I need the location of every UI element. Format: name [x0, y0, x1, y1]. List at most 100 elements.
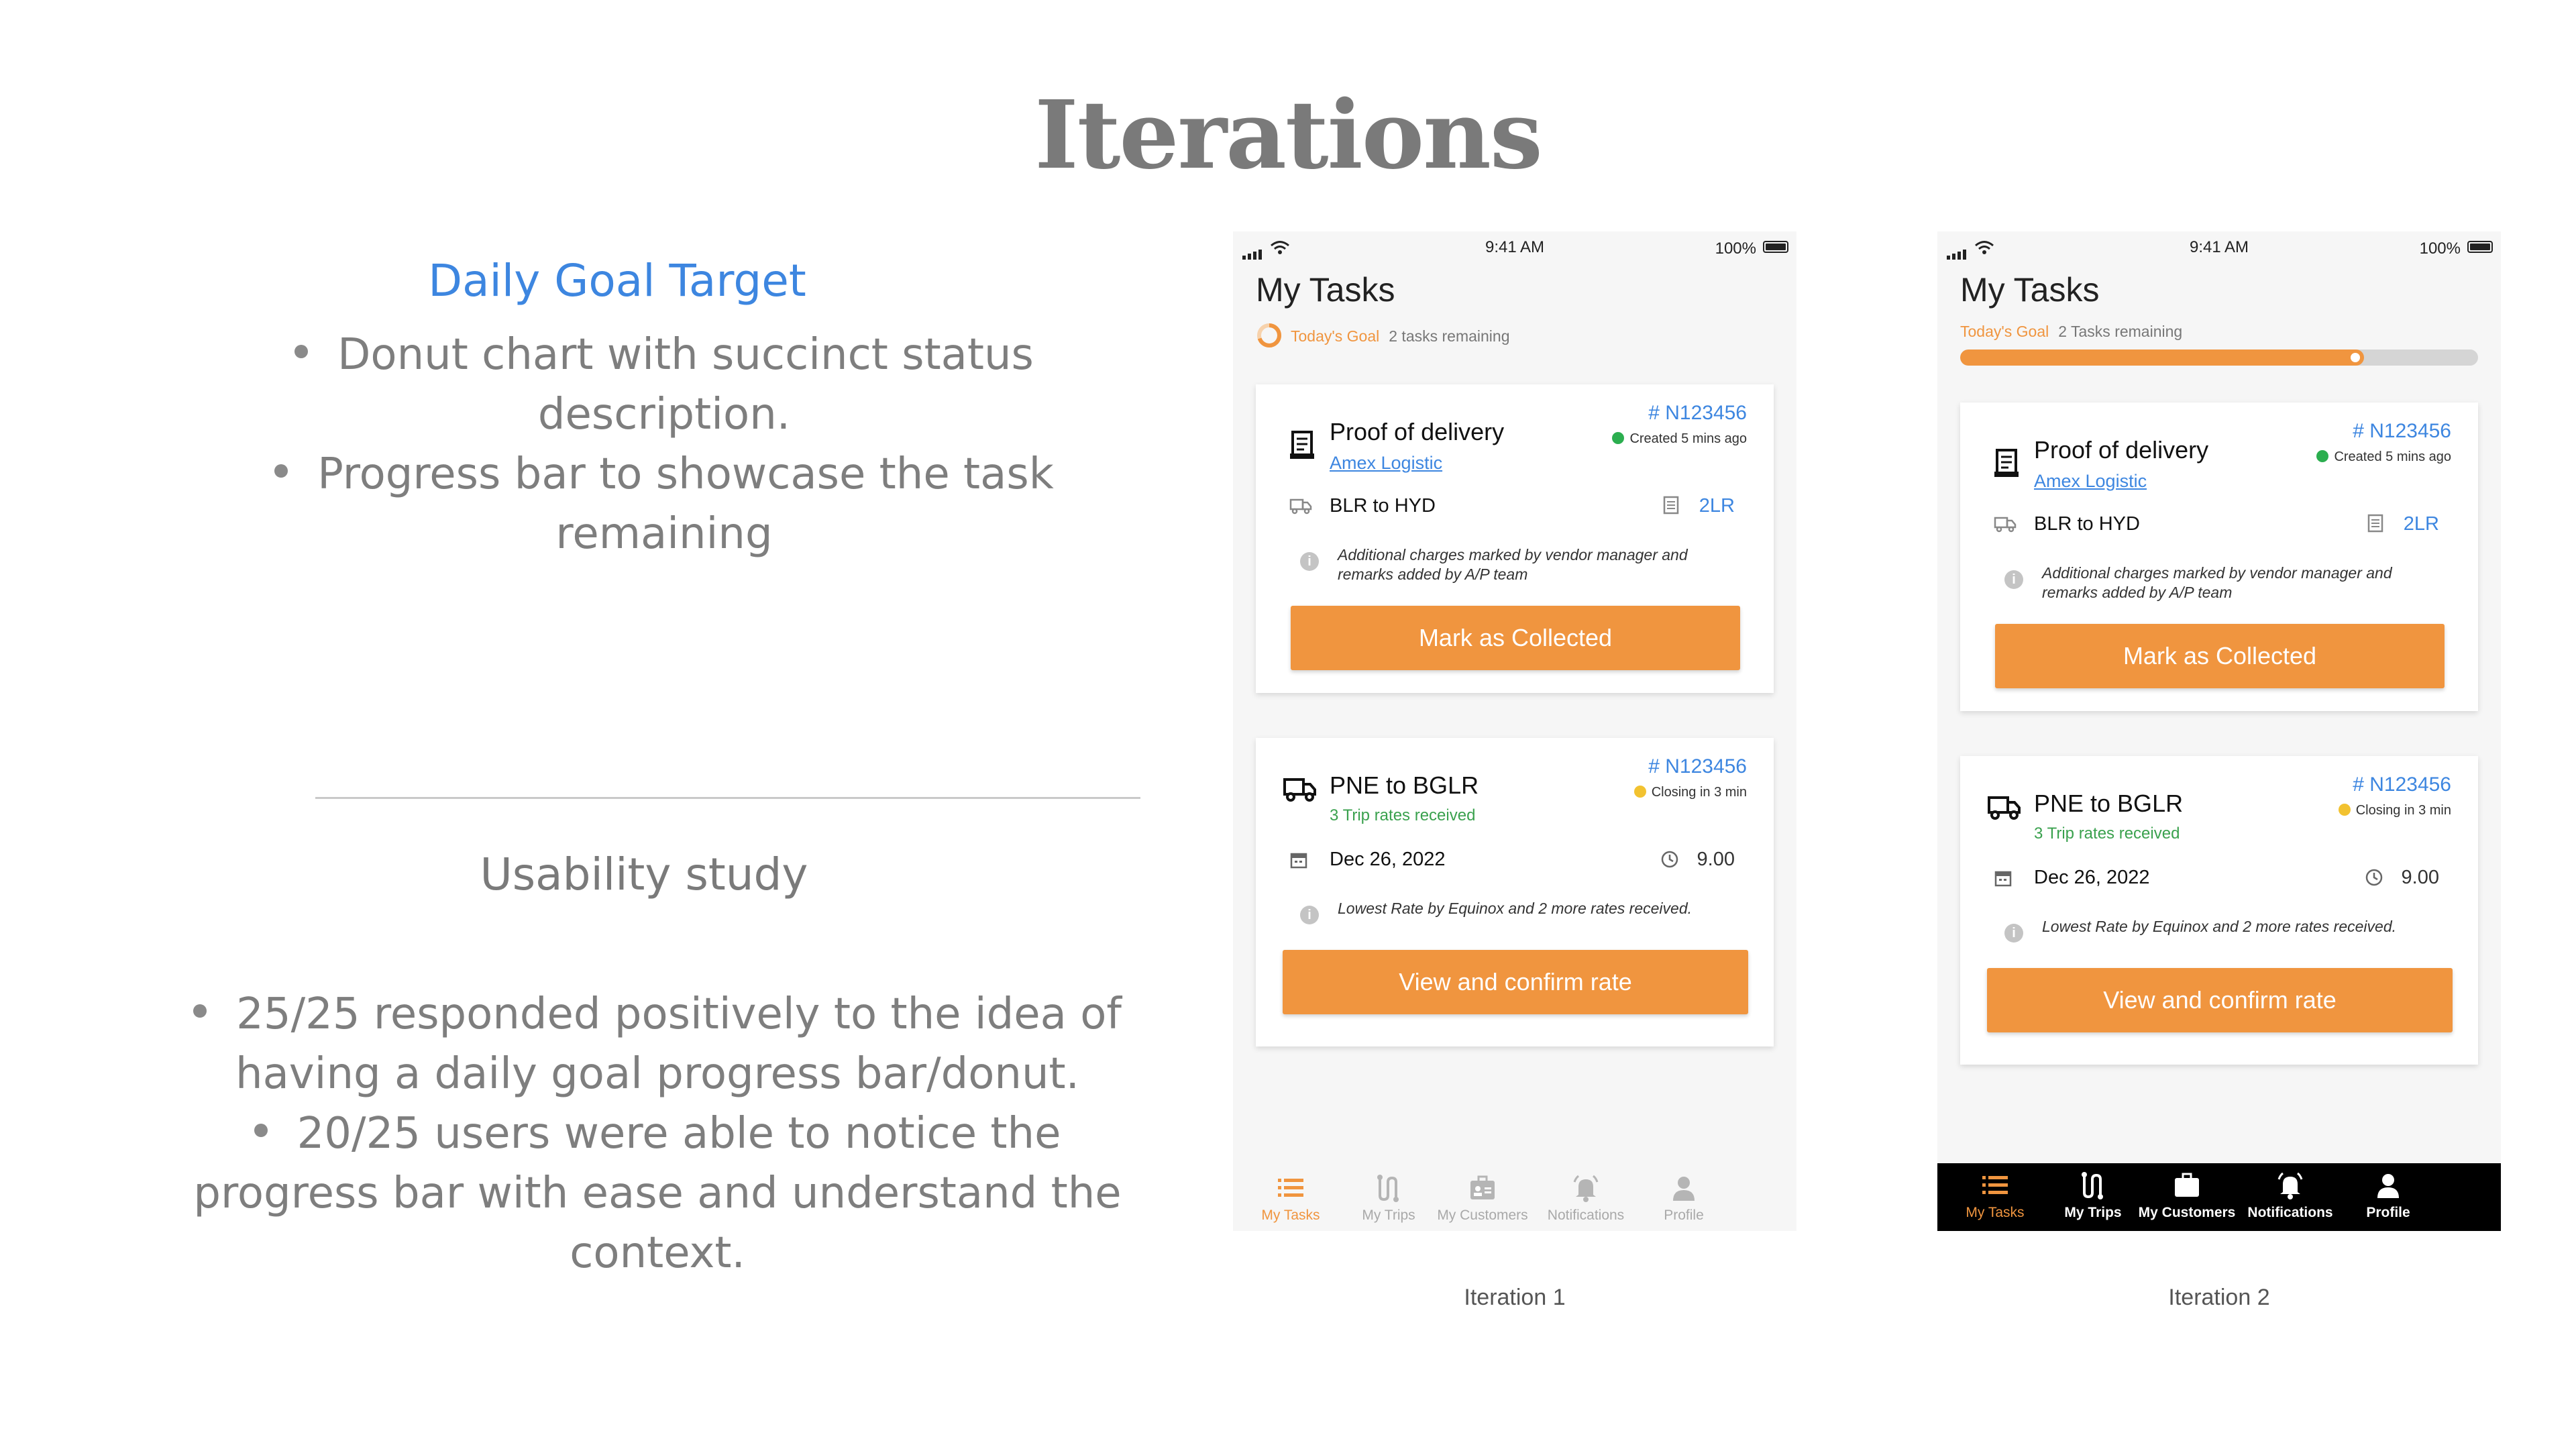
list-icon — [1237, 1173, 1344, 1203]
card-subtitle: 3 Trip rates received — [2034, 824, 2180, 843]
ledger-icon — [2367, 514, 2384, 536]
bullet-dot-icon — [193, 1004, 207, 1018]
timer-icon — [1660, 849, 1680, 873]
tasks-remaining-text: 2 Tasks remaining — [2058, 323, 2183, 340]
calendar-icon — [1289, 851, 1308, 873]
tab-my-trips[interactable]: My Trips — [1335, 1173, 1442, 1224]
task-id[interactable]: # N123456 — [1648, 755, 1747, 778]
phone-mockup-iteration-2: 9:41 AM 100% My Tasks Today's Goal 2 Tasks r… — [1937, 231, 2501, 1231]
usability-bullets: 25/25 responded positively to the idea o… — [181, 985, 1134, 1283]
view-confirm-rate-button[interactable]: View and confirm rate — [1987, 968, 2453, 1032]
bottom-tab-bar: My Tasks My Trips My Customers Notification… — [1937, 1163, 2501, 1231]
bullet-text: Donut chart with succinct status descrip… — [337, 330, 1034, 439]
task-id[interactable]: # N123456 — [2353, 420, 2451, 443]
task-id[interactable]: # N123456 — [1648, 402, 1747, 425]
card-title: PNE to BGLR — [2034, 790, 2184, 817]
tab-profile[interactable]: Profile — [2334, 1170, 2442, 1221]
task-card[interactable]: PNE to BGLR 3 Trip rates received # N12345… — [1256, 738, 1774, 1046]
bullet-text: 25/25 responded positively to the idea o… — [235, 989, 1122, 1099]
mark-as-collected-button[interactable]: Mark as Collected — [1291, 606, 1740, 670]
tab-my-tasks[interactable]: My Tasks — [1237, 1173, 1344, 1224]
customers-icon — [2133, 1170, 2241, 1201]
battery-icon — [1763, 241, 1788, 253]
daily-goal-title: Daily Goal Target — [428, 255, 806, 307]
section-divider — [315, 797, 1140, 799]
iteration-caption: Iteration 1 — [1464, 1285, 1566, 1310]
route-icon — [1335, 1173, 1442, 1203]
tab-my-trips[interactable]: My Trips — [2039, 1170, 2147, 1221]
left-column: Daily Goal Target Donut chart with succi… — [193, 0, 1208, 1449]
lr-count[interactable]: 2LR — [2404, 513, 2439, 535]
route-text: BLR to HYD — [1330, 495, 1436, 517]
daily-goal-bullets: Donut chart with succinct status descrip… — [188, 325, 1140, 564]
bell-icon — [2237, 1170, 2344, 1201]
status-bar: 9:41 AM 100% — [1233, 231, 1796, 265]
bullet-item: Donut chart with succinct status descrip… — [188, 325, 1140, 445]
screen-title: My Tasks — [1256, 271, 1395, 309]
card-note: Additional charges marked by vendor mana… — [1338, 546, 1688, 583]
bullet-text: 20/25 users were able to notice the prog… — [193, 1109, 1122, 1278]
tab-label: Profile — [1664, 1208, 1704, 1223]
truck-icon — [1283, 775, 1318, 806]
delivery-truck-icon — [1289, 497, 1312, 518]
battery-icon — [2467, 241, 2493, 253]
tab-notifications[interactable]: Notifications — [1532, 1173, 1640, 1224]
tab-label: My Customers — [2138, 1205, 2236, 1220]
status-text: Closing in 3 min — [2355, 803, 2451, 818]
card-title: Proof of delivery — [2034, 436, 2209, 464]
info-icon: i — [2004, 924, 2023, 943]
tab-label: Notifications — [2247, 1205, 2333, 1220]
info-icon: i — [1300, 906, 1319, 924]
goal-progress-bar — [1960, 350, 2478, 366]
tab-label: My Tasks — [1261, 1208, 1320, 1223]
tab-label: My Customers — [1437, 1208, 1528, 1223]
task-card[interactable]: PNE to BGLR 3 Trip rates received # N12345… — [1960, 756, 2478, 1065]
tab-my-tasks[interactable]: My Tasks — [1941, 1170, 2049, 1221]
status-time: 9:41 AM — [2189, 238, 2249, 256]
tab-label: My Trips — [2064, 1205, 2122, 1220]
bullet-dot-icon — [274, 464, 288, 478]
battery-percent: 100% — [1715, 239, 1756, 258]
tab-my-customers[interactable]: My Customers — [2133, 1170, 2241, 1221]
user-icon — [2334, 1170, 2442, 1201]
time-value: 9.00 — [2401, 867, 2439, 888]
task-status: Created 5 mins ago — [1612, 431, 1747, 447]
view-confirm-rate-button[interactable]: View and confirm rate — [1283, 950, 1748, 1014]
tasks-remaining-text: 2 tasks remaining — [1389, 327, 1510, 345]
phone-mockup-iteration-1: 9:41 AM 100% My Tasks Today's Goal 2 tasks r… — [1233, 231, 1796, 1231]
task-card[interactable]: Proof of delivery Amex Logistic # N123456 C… — [1960, 402, 2478, 711]
progress-fill — [1960, 350, 2365, 366]
status-dot-icon — [2338, 803, 2351, 816]
user-icon — [1630, 1173, 1737, 1203]
task-id[interactable]: # N123456 — [2353, 773, 2451, 796]
tab-profile[interactable]: Profile — [1630, 1173, 1737, 1224]
battery-percent: 100% — [2419, 239, 2461, 258]
todays-goal-label: Today's Goal — [1960, 323, 2049, 340]
tab-label: My Trips — [1362, 1208, 1415, 1223]
calendar-icon — [1994, 869, 2012, 891]
tab-notifications[interactable]: Notifications — [2237, 1170, 2344, 1221]
mark-as-collected-button[interactable]: Mark as Collected — [1995, 624, 2445, 688]
timer-icon — [2364, 867, 2384, 891]
todays-goal-label: Today's Goal — [1291, 327, 1380, 345]
status-text: Closing in 3 min — [1651, 785, 1747, 800]
bullet-text: Progress bar to showcase the task remain… — [317, 449, 1054, 559]
tab-my-customers[interactable]: My Customers — [1429, 1173, 1536, 1224]
daily-goal-row[interactable]: Today's Goal 2 tasks remaining — [1256, 323, 1510, 351]
card-subtitle[interactable]: Amex Logistic — [2034, 471, 2147, 492]
usability-title: Usability study — [480, 849, 808, 900]
status-text: Created 5 mins ago — [1629, 431, 1747, 446]
goal-donut-chart — [1257, 323, 1281, 347]
bullet-item: 20/25 users were able to notice the prog… — [181, 1104, 1134, 1283]
daily-goal-row[interactable]: Today's Goal 2 Tasks remaining — [1960, 323, 2182, 341]
tab-label: Notifications — [1547, 1208, 1625, 1223]
iteration-caption: Iteration 2 — [2168, 1285, 2270, 1310]
lr-count[interactable]: 2LR — [1699, 495, 1735, 517]
info-icon: i — [1300, 552, 1319, 571]
card-note: Lowest Rate by Equinox and 2 more rates … — [1338, 900, 1693, 917]
task-status: Closing in 3 min — [2338, 803, 2451, 818]
truck-icon — [1987, 794, 2022, 824]
card-subtitle[interactable]: Amex Logistic — [1330, 453, 1442, 474]
status-dot-icon — [1612, 431, 1625, 444]
task-card[interactable]: Proof of delivery Amex Logistic # N123456 C… — [1256, 384, 1774, 693]
